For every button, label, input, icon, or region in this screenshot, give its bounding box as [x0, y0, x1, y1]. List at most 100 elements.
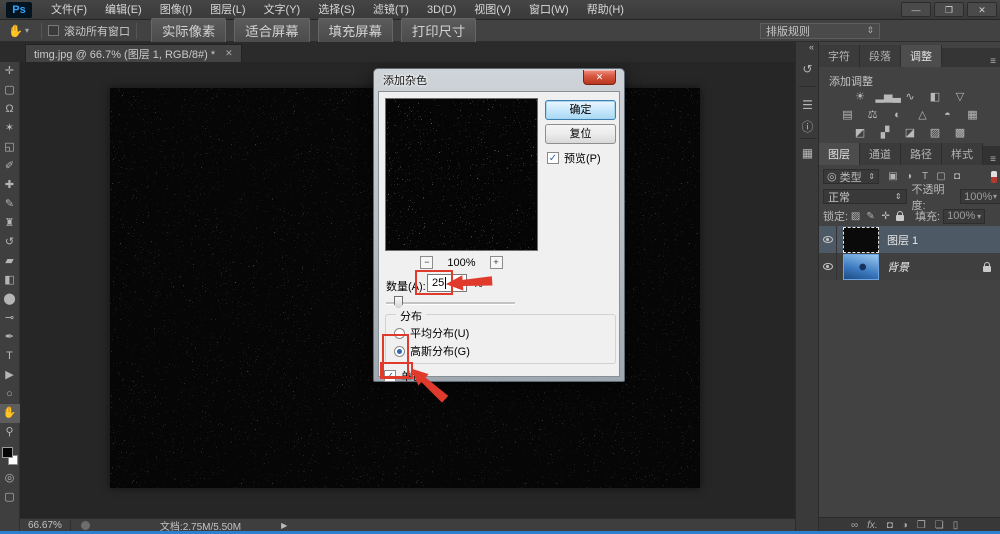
levels-icon[interactable]: ▂▅▃: [876, 90, 901, 105]
crop-tool[interactable]: ◱: [0, 138, 20, 157]
lock-pixels-icon[interactable]: ✎: [863, 211, 878, 222]
document-tab[interactable]: timg.jpg @ 66.7% (图层 1, RGB/8#) * ✕: [25, 44, 242, 62]
menu-filter[interactable]: 滤镜(T): [364, 0, 418, 20]
tab-adjustments[interactable]: 调整: [901, 45, 942, 67]
actual-pixels-button[interactable]: 实际像素: [150, 18, 227, 43]
color-balance-icon[interactable]: ⚖: [863, 108, 882, 123]
print-size-button[interactable]: 打印尺寸: [400, 18, 477, 43]
photo-filter-icon[interactable]: △: [913, 108, 932, 123]
pen-tool[interactable]: ✒: [0, 328, 20, 347]
tab-close-icon[interactable]: ✕: [225, 48, 233, 59]
layer-style-icon[interactable]: fx.: [867, 520, 878, 531]
fit-screen-button[interactable]: 适合屏幕: [234, 18, 310, 43]
new-layer-icon[interactable]: ❏: [935, 520, 944, 531]
blend-mode-dropdown[interactable]: 正常 ⇕: [823, 189, 907, 204]
scroll-all-windows-checkbox[interactable]: [47, 25, 59, 36]
gradient-tool[interactable]: ◧: [0, 271, 20, 290]
properties-panel-icon[interactable]: ☰: [796, 98, 819, 112]
layers-panel-menu-icon[interactable]: ≡: [990, 154, 996, 165]
arrange-dropdown[interactable]: 排版规则 ⇕: [760, 22, 880, 39]
zoom-tool[interactable]: ⚲: [0, 423, 20, 442]
reset-button[interactable]: 复位: [545, 124, 616, 144]
layer-name[interactable]: 背景: [887, 259, 909, 275]
brightness-contrast-icon[interactable]: ☀: [851, 90, 870, 105]
dialog-close-button[interactable]: ✕: [583, 70, 616, 85]
zoom-in-button[interactable]: +: [489, 256, 503, 269]
info-panel-icon[interactable]: ⓘ: [796, 118, 819, 135]
blur-tool[interactable]: ⬤: [0, 290, 20, 309]
layer-row-background[interactable]: 背景: [819, 253, 1000, 280]
filter-pixel-layers-icon[interactable]: ▣: [885, 171, 901, 182]
layer-filter-type-dropdown[interactable]: ◎ 类型 ⇕: [823, 169, 879, 184]
layer-name[interactable]: 图层 1: [887, 232, 918, 248]
eraser-tool[interactable]: ▰: [0, 252, 20, 271]
hue-saturation-icon[interactable]: ▤: [838, 108, 857, 123]
layer-filter-toggle[interactable]: [991, 170, 997, 183]
menu-3d[interactable]: 3D(D): [418, 0, 465, 20]
curves-icon[interactable]: ∿: [901, 90, 920, 105]
opacity-field[interactable]: 100% ▾: [960, 189, 1000, 204]
gradient-map-icon[interactable]: ▨: [926, 126, 945, 141]
delete-layer-icon[interactable]: ▯: [953, 520, 959, 531]
quick-mask-button[interactable]: ◎: [0, 469, 20, 488]
panel-menu-icon[interactable]: ≡: [990, 56, 996, 67]
history-brush-tool[interactable]: ↺: [0, 233, 20, 252]
menu-file[interactable]: 文件(F): [42, 0, 96, 20]
tab-channels[interactable]: 通道: [860, 143, 901, 165]
noise-preview[interactable]: [385, 98, 538, 251]
history-panel-icon[interactable]: ↺: [796, 62, 819, 76]
link-layers-icon[interactable]: ∞: [851, 520, 858, 531]
menu-help[interactable]: 帮助(H): [578, 0, 633, 20]
channel-mixer-icon[interactable]: ◓: [938, 108, 957, 123]
foreground-color-swatch[interactable]: [1, 447, 13, 458]
lasso-tool[interactable]: Ω: [0, 100, 20, 119]
zoom-percent-field[interactable]: 66.67%: [20, 519, 71, 531]
tab-paths[interactable]: 路径: [901, 143, 942, 165]
layer1-thumbnail[interactable]: [843, 226, 879, 253]
restore-button[interactable]: ❐: [934, 2, 964, 17]
hand-tool[interactable]: ✋: [0, 404, 20, 423]
menu-layer[interactable]: 图层(L): [201, 0, 254, 20]
menu-view[interactable]: 视图(V): [465, 0, 520, 20]
tab-layers[interactable]: 图层: [819, 143, 860, 165]
type-tool[interactable]: T: [0, 347, 20, 366]
layer-row-layer1[interactable]: 图层 1: [819, 226, 1000, 253]
exposure-icon[interactable]: ◧: [926, 90, 945, 105]
close-button[interactable]: ✕: [967, 2, 997, 17]
screen-mode-button[interactable]: ▢: [0, 488, 20, 507]
eyedropper-tool[interactable]: ✐: [0, 157, 20, 176]
path-select-tool[interactable]: ▶: [0, 366, 20, 385]
tab-styles[interactable]: 样式: [942, 143, 983, 165]
add-layer-mask-icon[interactable]: ◘: [887, 520, 893, 531]
visibility-toggle[interactable]: [819, 253, 837, 280]
move-tool[interactable]: ✛: [0, 62, 20, 81]
lock-all-icon[interactable]: [896, 211, 905, 221]
brush-tool[interactable]: ✎: [0, 195, 20, 214]
magic-wand-tool[interactable]: ✶: [0, 119, 20, 138]
selective-color-icon[interactable]: ▩: [951, 126, 970, 141]
menu-type[interactable]: 文字(Y): [255, 0, 310, 20]
lock-transparent-icon[interactable]: ▨: [848, 211, 863, 222]
chevron-down-icon[interactable]: ▾: [25, 26, 29, 35]
healing-brush-tool[interactable]: ✚: [0, 176, 20, 195]
threshold-icon[interactable]: ◪: [901, 126, 920, 141]
menu-window[interactable]: 窗口(W): [520, 0, 578, 20]
tab-character[interactable]: 字符: [819, 45, 860, 67]
new-group-icon[interactable]: ❐: [917, 520, 926, 531]
invert-icon[interactable]: ◩: [851, 126, 870, 141]
visibility-toggle[interactable]: [819, 226, 837, 253]
expand-panels-icon[interactable]: «: [809, 42, 814, 52]
zoom-out-button[interactable]: −: [420, 256, 434, 269]
color-lookup-icon[interactable]: ▦: [963, 108, 982, 123]
marquee-tool[interactable]: ▢: [0, 81, 20, 100]
fill-screen-button[interactable]: 填充屏幕: [317, 18, 393, 43]
lock-position-icon[interactable]: ✛: [878, 211, 893, 222]
shape-tool[interactable]: ○: [0, 385, 20, 404]
status-menu-arrow-icon[interactable]: ▶: [281, 521, 287, 530]
preview-checkbox[interactable]: ✓: [547, 152, 559, 164]
dodge-tool[interactable]: ⊸: [0, 309, 20, 328]
new-adjustment-layer-icon[interactable]: ◑: [902, 520, 908, 531]
fill-field[interactable]: 100% ▾: [943, 208, 986, 224]
color-swatches[interactable]: [0, 445, 20, 469]
posterize-icon[interactable]: ▞: [876, 126, 895, 141]
